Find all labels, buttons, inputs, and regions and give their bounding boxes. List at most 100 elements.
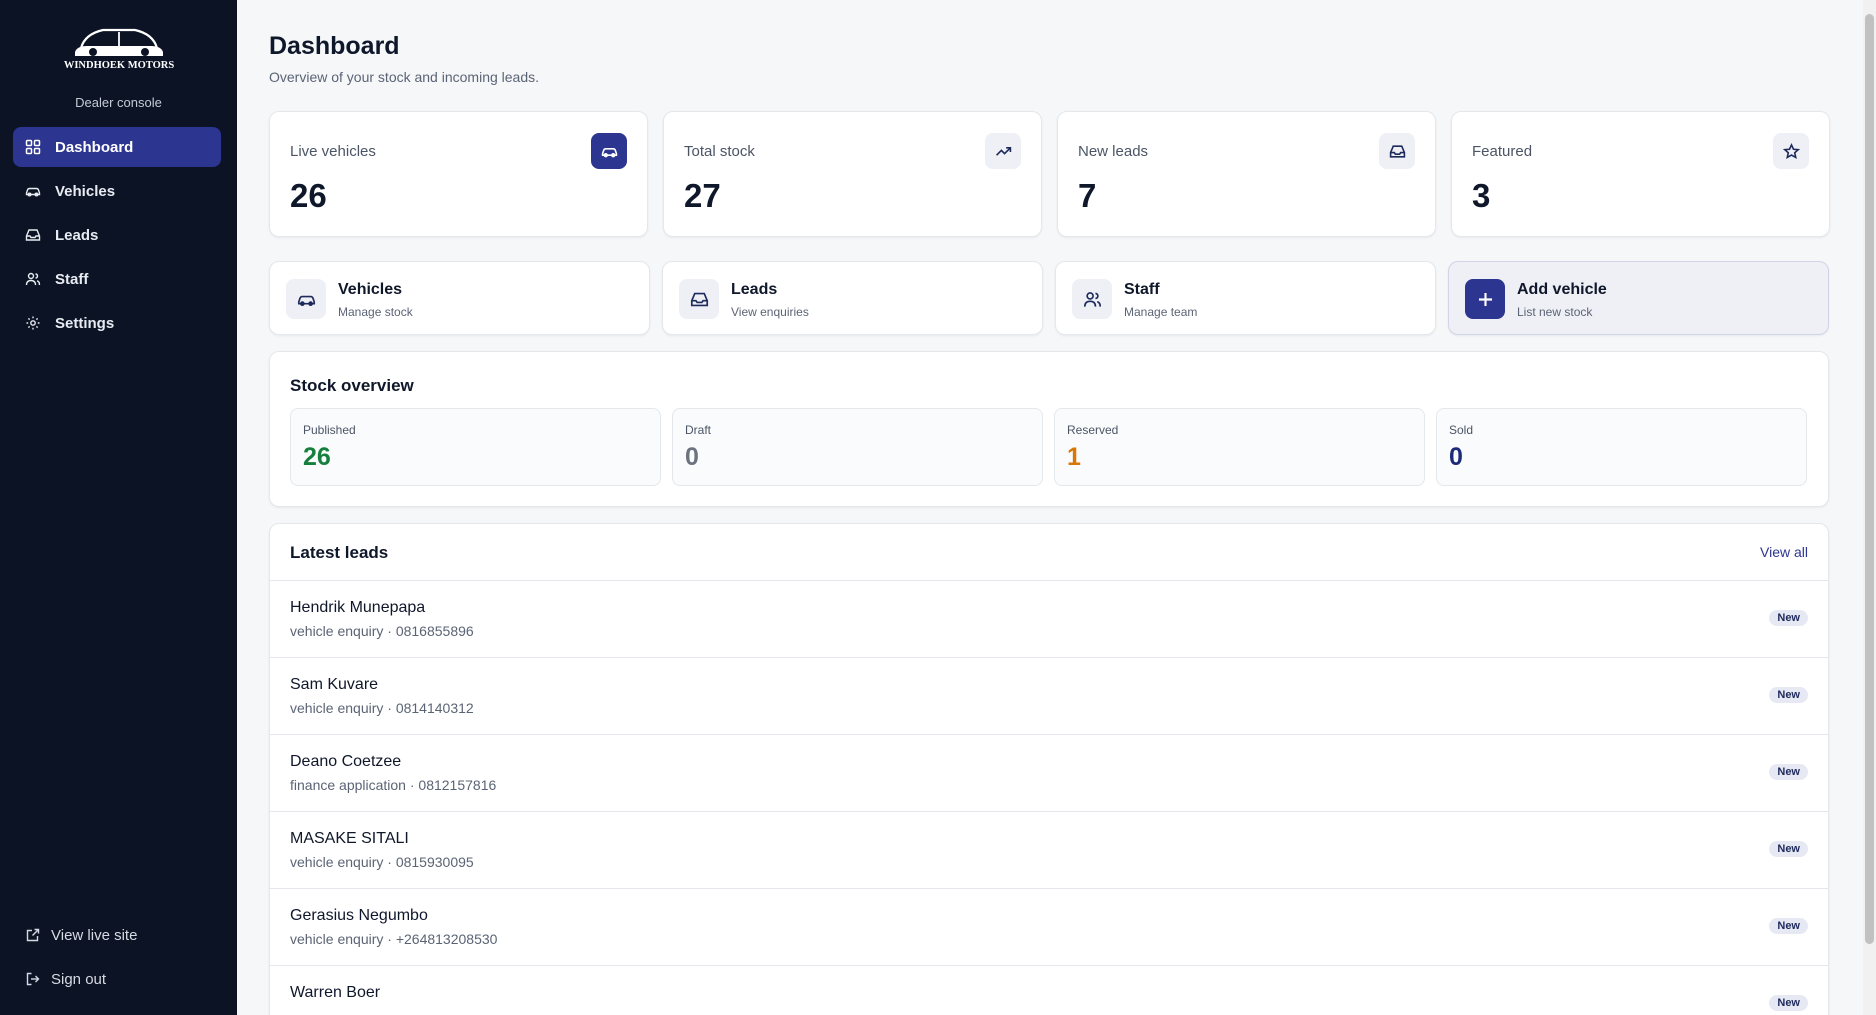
view-live-site-link[interactable]: View live site	[13, 915, 221, 955]
sidebar-item-label: Settings	[55, 314, 115, 332]
gear-icon	[26, 316, 40, 330]
car-icon	[297, 295, 315, 306]
stat-card-new-leads: New leads 7	[1057, 111, 1436, 237]
quick-link-staff[interactable]: Staff Manage team	[1055, 261, 1436, 335]
lead-meta: vehicle enquiry · 0816855896	[290, 623, 474, 639]
status-badge: New	[1769, 610, 1808, 626]
star-icon	[1782, 142, 1800, 159]
sign-out-button[interactable]: Sign out	[13, 959, 221, 999]
stock-value: 1	[1067, 443, 1081, 471]
lead-row[interactable]: Deano Coetzee finance application · 0812…	[270, 735, 1828, 812]
lead-name: Hendrik Munepapa	[290, 599, 426, 616]
stat-icon-badge	[985, 133, 1021, 169]
stat-label: Featured	[1472, 143, 1533, 160]
lead-meta: vehicle enquiry · +264813208530	[290, 931, 498, 947]
plus-icon	[1478, 292, 1492, 306]
sidebar-item-label: Dashboard	[55, 138, 134, 156]
page-scrollbar[interactable]	[1863, 0, 1876, 1015]
stat-icon-badge	[1773, 133, 1809, 169]
stat-card-total-stock: Total stock 27	[663, 111, 1042, 237]
lead-row[interactable]: Gerasius Negumbo vehicle enquiry · +2648…	[270, 889, 1828, 966]
sidebar-item-staff[interactable]: Staff	[13, 259, 221, 299]
brand-logo[interactable]: WINDHOEK MOTORS	[63, 18, 175, 71]
sidebar-item-leads[interactable]: Leads	[13, 215, 221, 255]
car-icon	[25, 187, 41, 197]
scrollbar-thumb[interactable]	[1865, 14, 1874, 944]
sign-out-label: Sign out	[51, 970, 107, 988]
sidebar: WINDHOEK MOTORS Dealer console Dashboard…	[0, 0, 237, 1015]
sidebar-nav: Dashboard Vehicles Leads Staff Settings	[13, 127, 221, 347]
lead-name: Deano Coetzee	[290, 753, 402, 770]
lead-row[interactable]: Hendrik Munepapa vehicle enquiry · 08168…	[270, 581, 1828, 658]
stock-label: Reserved	[1067, 423, 1119, 437]
view-all-link[interactable]: View all	[1760, 544, 1808, 560]
latest-leads-panel: Latest leads View all Hendrik Munepapa v…	[269, 523, 1829, 1015]
lead-name: Gerasius Negumbo	[290, 907, 428, 924]
view-live-site-label: View live site	[51, 926, 138, 944]
dashboard-icon	[25, 139, 41, 155]
stock-published: Published 26	[290, 408, 661, 486]
quick-link-subtitle: Manage team	[1124, 305, 1198, 319]
users-icon	[1083, 291, 1101, 307]
sidebar-item-label: Leads	[55, 226, 99, 244]
leads-header: Latest leads View all	[270, 524, 1828, 581]
stat-card-live-vehicles: Live vehicles 26	[269, 111, 648, 237]
stock-label: Draft	[685, 423, 712, 437]
external-link-icon	[26, 928, 40, 942]
stock-label: Published	[303, 423, 356, 437]
quick-link-vehicles[interactable]: Vehicles Manage stock	[269, 261, 650, 335]
status-badge: New	[1769, 687, 1808, 703]
quick-link-subtitle: View enquiries	[731, 305, 809, 319]
lead-row[interactable]: MASAKE SITALI vehicle enquiry · 08159300…	[270, 812, 1828, 889]
lead-row[interactable]: Warren Boer New	[270, 966, 1828, 1015]
stock-value: 0	[1449, 443, 1463, 471]
inbox-icon	[25, 229, 41, 241]
car-icon	[601, 147, 617, 157]
quick-link-subtitle: List new stock	[1517, 305, 1593, 319]
quick-link-title: Staff	[1124, 281, 1160, 298]
brand-subtitle: Dealer console	[75, 95, 162, 110]
sidebar-item-settings[interactable]: Settings	[13, 303, 221, 343]
stock-sold: Sold 0	[1436, 408, 1807, 486]
lead-row[interactable]: Sam Kuvare vehicle enquiry · 0814140312 …	[270, 658, 1828, 735]
stock-label: Sold	[1449, 423, 1474, 437]
stock-reserved: Reserved 1	[1054, 408, 1425, 486]
sidebar-item-dashboard[interactable]: Dashboard	[13, 127, 221, 167]
quick-link-title: Leads	[731, 281, 778, 298]
lead-name: Warren Boer	[290, 984, 381, 1001]
quick-link-subtitle: Manage stock	[338, 305, 413, 319]
stock-value: 0	[685, 443, 699, 471]
brand: WINDHOEK MOTORS Dealer console	[0, 18, 237, 110]
quick-link-leads[interactable]: Leads View enquiries	[662, 261, 1043, 335]
stat-value: 27	[684, 177, 721, 214]
sidebar-footer: View live site Sign out	[13, 915, 221, 1003]
lead-name: MASAKE SITALI	[290, 830, 409, 847]
status-badge: New	[1769, 764, 1808, 780]
sidebar-item-label: Staff	[55, 270, 89, 288]
lead-meta: vehicle enquiry · 0815930095	[290, 854, 474, 870]
brand-name: WINDHOEK MOTORS	[63, 60, 174, 70]
inbox-icon	[1389, 144, 1405, 158]
quick-icon-badge	[679, 279, 719, 319]
stat-label: Total stock	[684, 143, 755, 160]
stock-overview-panel: Stock overview Published 26 Draft 0 Rese…	[269, 351, 1829, 507]
stat-icon-badge	[591, 133, 627, 169]
quick-link-title: Vehicles	[338, 281, 403, 298]
stock-draft: Draft 0	[672, 408, 1043, 486]
lead-name: Sam Kuvare	[290, 676, 379, 693]
sidebar-item-vehicles[interactable]: Vehicles	[13, 171, 221, 211]
stock-overview-title: Stock overview	[290, 376, 414, 395]
lead-meta: vehicle enquiry · 0814140312	[290, 700, 474, 716]
page-subtitle: Overview of your stock and incoming lead…	[269, 69, 540, 85]
status-badge: New	[1769, 918, 1808, 934]
quick-link-title: Add vehicle	[1517, 281, 1607, 298]
latest-leads-title: Latest leads	[290, 543, 389, 562]
stat-value: 7	[1078, 177, 1097, 214]
status-badge: New	[1769, 841, 1808, 857]
stat-value: 26	[290, 177, 327, 214]
add-vehicle-button[interactable]: Add vehicle List new stock	[1448, 261, 1829, 335]
trending-up-icon	[995, 146, 1011, 156]
stat-label: Live vehicles	[290, 143, 376, 160]
quick-icon-badge	[286, 279, 326, 319]
stock-value: 26	[303, 443, 331, 471]
